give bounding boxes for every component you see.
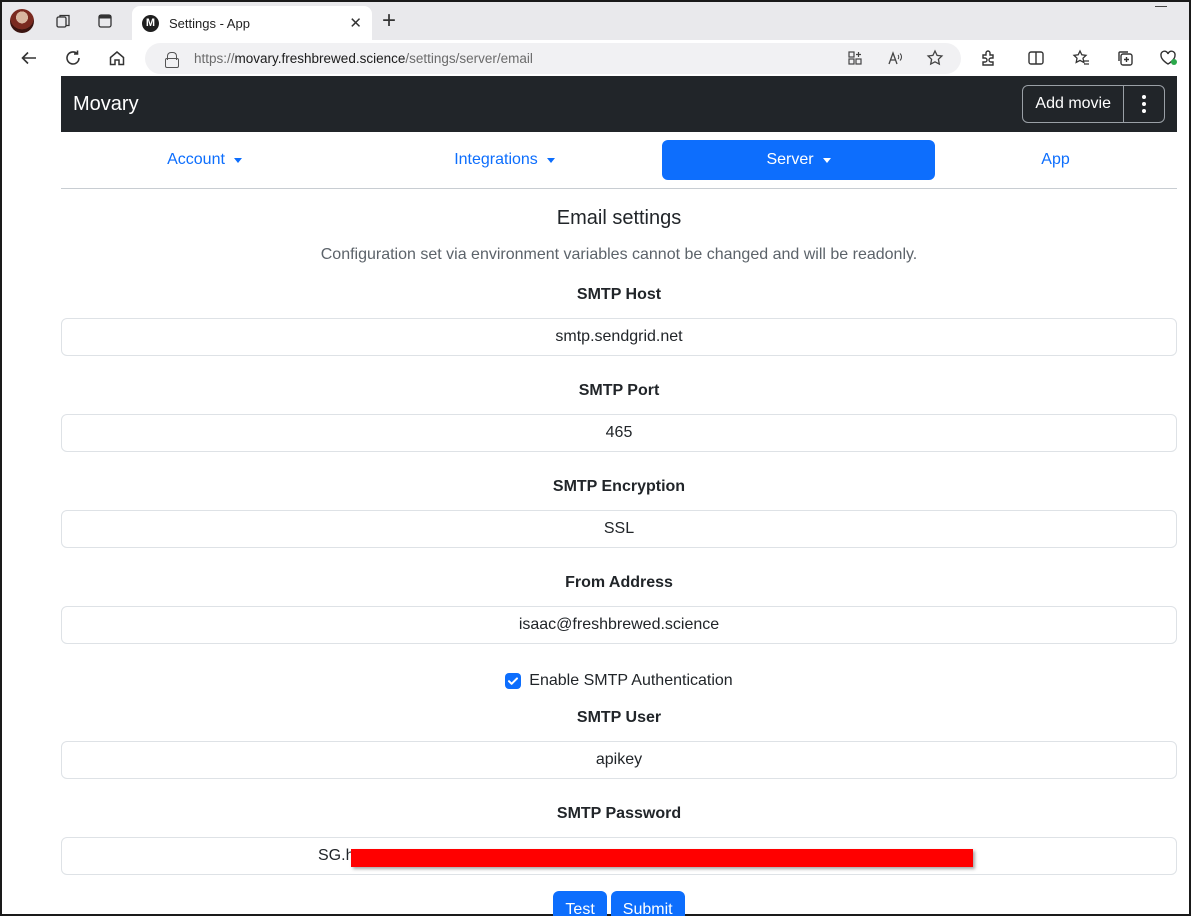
from-address-input[interactable]: isaac@freshbrewed.science bbox=[61, 606, 1177, 644]
lock-icon[interactable] bbox=[165, 51, 179, 68]
smtp-port-label: SMTP Port bbox=[578, 382, 660, 399]
enable-auth-row: Enable SMTP Authentication bbox=[61, 669, 1177, 693]
tab-server-label: Server bbox=[766, 151, 814, 168]
smtp-user-label: SMTP User bbox=[576, 709, 662, 726]
smtp-port-input[interactable]: 465 bbox=[61, 414, 1177, 452]
submit-button[interactable]: Submit bbox=[610, 891, 685, 916]
add-movie-button[interactable]: Add movie bbox=[1023, 86, 1124, 122]
close-tab-icon[interactable]: ✕ bbox=[349, 14, 362, 32]
app-available-icon[interactable] bbox=[845, 48, 865, 68]
more-options-icon[interactable] bbox=[1124, 86, 1164, 122]
tab-account-label: Account bbox=[167, 151, 225, 168]
smtp-host-label: SMTP Host bbox=[576, 286, 662, 303]
url-host: movary.freshbrewed.science bbox=[234, 51, 406, 66]
collections-icon[interactable] bbox=[1113, 46, 1137, 70]
url-text[interactable]: https://movary.freshbrewed.science/setti… bbox=[194, 51, 533, 66]
movary-favicon-icon: M bbox=[142, 14, 159, 32]
back-arrow-icon[interactable] bbox=[17, 46, 41, 70]
tab-server[interactable]: Server bbox=[662, 140, 935, 180]
page-title: Email settings bbox=[556, 207, 682, 229]
url-path: /settings/server/email bbox=[405, 51, 533, 66]
tab-app[interactable]: App bbox=[919, 140, 1191, 180]
smtp-user-input[interactable]: apikey bbox=[61, 741, 1177, 779]
read-aloud-icon[interactable] bbox=[885, 48, 905, 68]
test-button[interactable]: Test bbox=[553, 891, 607, 916]
browser-essentials-icon[interactable] bbox=[1157, 46, 1181, 70]
brand-logo[interactable]: Movary bbox=[73, 93, 139, 116]
smtp-encryption-select[interactable]: SSL bbox=[61, 510, 1177, 548]
form-actions: Test Submit bbox=[61, 891, 1177, 916]
smtp-password-input[interactable]: SG.h bbox=[61, 837, 1177, 875]
browser-tab-title: Settings - App bbox=[169, 15, 250, 31]
new-tab-icon[interactable]: + bbox=[382, 7, 396, 35]
browser-tab-strip: M Settings - App ✕ + bbox=[2, 2, 1189, 40]
top-navbar: Movary Add movie bbox=[61, 76, 1177, 132]
redaction-bar bbox=[351, 849, 973, 867]
tab-integrations-label: Integrations bbox=[454, 151, 538, 168]
browser-toolbar: https://movary.freshbrewed.science/setti… bbox=[2, 40, 1189, 76]
smtp-host-input[interactable]: smtp.sendgrid.net bbox=[61, 318, 1177, 356]
tab-integrations[interactable]: Integrations bbox=[368, 140, 641, 180]
caret-down-icon bbox=[233, 157, 242, 163]
workspaces-icon[interactable] bbox=[52, 10, 74, 32]
refresh-icon[interactable] bbox=[61, 46, 85, 70]
minimize-window-icon[interactable] bbox=[1155, 6, 1167, 7]
url-prefix: https:// bbox=[194, 51, 235, 66]
caret-down-icon bbox=[546, 157, 555, 163]
split-screen-icon[interactable] bbox=[1024, 46, 1048, 70]
from-address-label: From Address bbox=[565, 574, 673, 591]
tab-app-label: App bbox=[1041, 151, 1070, 168]
enable-auth-checkbox[interactable] bbox=[505, 673, 522, 689]
tab-account[interactable]: Account bbox=[68, 140, 341, 180]
email-settings-form: Email settings Configuration set via env… bbox=[61, 207, 1177, 916]
movary-app: Movary Add movie Account Integrations Se… bbox=[61, 76, 1177, 916]
favorite-star-icon[interactable] bbox=[925, 48, 945, 68]
smtp-password-label: SMTP Password bbox=[556, 805, 682, 822]
extensions-icon[interactable] bbox=[976, 46, 1000, 70]
smtp-encryption-label: SMTP Encryption bbox=[552, 478, 686, 495]
address-bar[interactable]: https://movary.freshbrewed.science/setti… bbox=[145, 43, 961, 74]
navbar-actions: Add movie bbox=[1022, 85, 1165, 123]
profile-avatar[interactable] bbox=[10, 9, 34, 33]
enable-auth-label[interactable]: Enable SMTP Authentication bbox=[529, 672, 732, 690]
browser-tab-settings[interactable]: M Settings - App ✕ bbox=[132, 6, 372, 40]
favorites-icon[interactable] bbox=[1069, 46, 1093, 70]
home-icon[interactable] bbox=[105, 46, 129, 70]
smtp-password-visible-text: SG.h bbox=[318, 847, 355, 864]
caret-down-icon bbox=[822, 157, 831, 163]
readonly-info-text: Configuration set via environment variab… bbox=[320, 246, 918, 263]
tab-actions-icon[interactable] bbox=[94, 10, 116, 32]
settings-tabs: Account Integrations Server App bbox=[61, 132, 1177, 189]
